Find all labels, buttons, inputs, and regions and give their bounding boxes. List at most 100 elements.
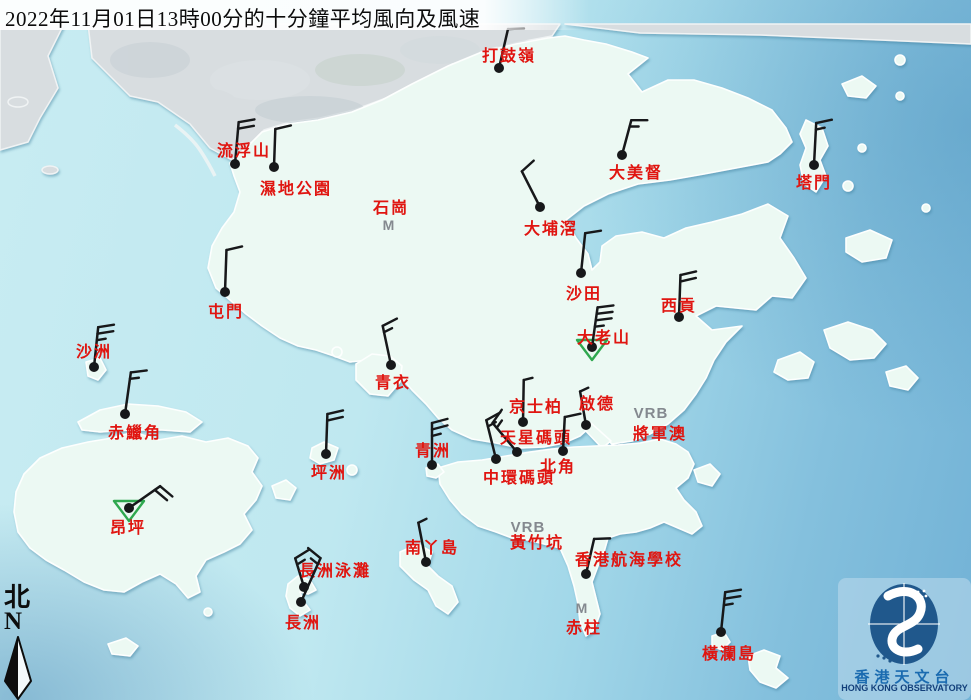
north-hanzi-label: 北 [4,584,30,610]
station-dot [421,557,431,567]
station-label: 沙田 [566,285,602,303]
maintenance-marker: M [576,600,589,616]
map-title: 2022年11月01日13時00分的十分鐘平均風向及風速 [5,3,965,33]
station-wetland-park: 濕地公園 [260,125,332,198]
wind-barb-full-tick [585,231,601,234]
station-kai-tak: 啟德 [579,388,615,430]
station-dot [617,150,627,160]
station-tai-mei-tuk: 大美督 [609,120,663,182]
wind-barb-full-tick [725,590,741,593]
wind-barb-staff [522,171,540,207]
station-hk-sea-school: 香港航海學校 [574,538,683,579]
station-label: 坪洲 [311,464,347,482]
station-label: 石崗 [372,198,409,217]
wind-barb-full-tick [596,318,612,320]
station-label: 塔門 [796,173,832,192]
wind-barb-full-tick [598,305,614,307]
station-dot [269,162,279,172]
station-wong-chuk-hang: VRB黃竹坑 [509,519,564,552]
station-dot [427,460,437,470]
wind-barb-full-tick [383,319,397,326]
wind-barb-full-tick [226,246,242,250]
station-label: 大埔滘 [524,219,578,238]
wind-barb-full-tick [725,596,741,599]
station-dot [558,446,568,456]
wind-barb-full-tick [239,119,255,122]
station-dot [512,447,522,457]
station-label: 青洲 [415,441,451,460]
station-lamma-island: 南丫島 [405,519,459,567]
station-kings-park: 京士柏 [509,378,563,427]
station-label: 赤鱲角 [108,423,162,442]
station-label: 青衣 [375,373,411,392]
wind-barb-full-tick [594,538,610,539]
station-dot [535,202,545,212]
station-label: 大老山 [577,328,631,347]
station-dot [321,449,331,459]
wind-barb-full-tick [327,410,343,414]
station-ta-kwu-ling: 打鼓嶺 [482,28,536,73]
variable-wind-marker: VRB [511,519,546,536]
station-dot [491,454,501,464]
wind-map-stage: 打鼓嶺流浮山濕地公園M石崗大埔滘大美督塔門沙田西貢大老山屯門沙洲赤鱲角青衣青洲京… [0,0,971,700]
station-dot [230,159,240,169]
wind-barb-full-tick [238,126,254,129]
station-label: 黃竹坑 [509,533,564,552]
wind-barb-full-tick [131,370,147,372]
wind-barb-half-tick [724,604,733,605]
station-dot [124,503,134,513]
wind-barb-full-tick [295,550,309,558]
station-dot [296,597,306,607]
north-compass: 北 N [1,584,41,700]
station-label: 將軍澳 [633,424,687,443]
north-letter-label: N [4,609,22,635]
station-label: 京士柏 [509,397,563,416]
station-label: 長洲 [285,614,321,632]
station-label: 南丫島 [405,538,459,557]
wind-barb-full-tick [680,271,696,275]
station-ngong-ping: 昂坪 [110,486,172,537]
wind-barb-staff [581,233,585,273]
station-label: 橫瀾島 [702,644,756,663]
station-label: 香港航海學校 [574,550,683,569]
wind-barb-full-tick [816,120,832,123]
station-label: 天星碼頭 [500,429,572,447]
station-dot [809,160,819,170]
wind-barb-half-tick [497,420,502,427]
wind-barb-full-tick [680,278,696,282]
station-sai-kung: 西貢 [661,271,697,322]
station-tsing-yi: 青衣 [375,319,411,392]
station-label: 昂坪 [110,519,146,537]
wind-barb-full-tick [327,417,343,421]
station-label: 西貢 [661,297,697,315]
wind-barb-staff [563,417,565,451]
station-dot [581,569,591,579]
hko-logo: 香港天文台 HONG KONG OBSERVATORY [838,578,971,700]
station-lau-fau-shan: 流浮山 [217,119,271,169]
wind-barb-full-tick [432,425,447,429]
hko-emblem-icon [838,578,971,670]
wind-barb-half-tick [418,519,426,523]
station-label: 長洲泳灘 [299,561,371,580]
station-shek-kong: M石崗 [372,198,409,233]
wind-barb-full-tick [308,548,320,558]
station-cheung-chau-beach: 長洲泳灘 [295,550,371,592]
station-sha-tin: 沙田 [566,231,602,303]
station-tates-cairn: 大老山 [577,305,631,360]
wind-barb-half-tick [580,388,588,392]
station-waglan-island: 橫瀾島 [702,590,756,663]
wind-barb-full-tick [275,125,291,129]
wind-barb-full-tick [565,414,581,417]
station-tuen-mun: 屯門 [208,246,244,321]
station-dot [716,627,726,637]
wind-barb-half-tick [524,378,533,380]
station-stanley: M赤柱 [566,600,602,637]
station-tap-mun: 塔門 [796,120,832,192]
station-tai-po-kau: 大埔滘 [522,161,578,238]
wind-barb-half-tick [384,328,392,332]
station-dot [576,268,586,278]
hko-name-en: HONG KONG OBSERVATORY [838,683,971,693]
station-label: 大美督 [609,163,663,182]
station-label: 沙洲 [76,343,112,361]
station-label: 流浮山 [217,141,271,160]
